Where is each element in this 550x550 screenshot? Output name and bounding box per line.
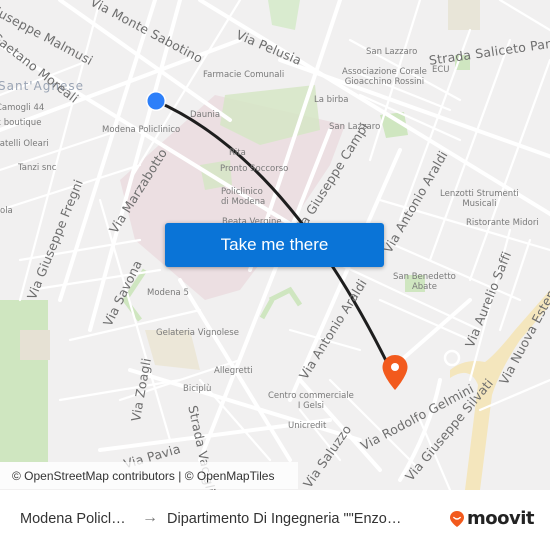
park-north bbox=[268, 0, 300, 30]
poi-pronto-soccorso: Pronto Soccorso bbox=[220, 164, 289, 174]
poi-policlinico-di-modena: Policlinico di Modena bbox=[221, 187, 266, 207]
landuse-ne bbox=[448, 0, 480, 30]
osm-attribution-link[interactable]: © OpenStreetMap contributors bbox=[12, 469, 175, 483]
map-canvas[interactable]: Sant'Agnese Via Monte Sabotino Via Giuse… bbox=[0, 0, 550, 490]
map-attribution: © OpenStreetMap contributors | © OpenMap… bbox=[0, 462, 298, 489]
poi-oleari: Fratelli Oleari bbox=[0, 139, 49, 149]
poi-ecu: ECU bbox=[432, 65, 450, 75]
take-me-there-button[interactable]: Take me there bbox=[165, 223, 384, 267]
poi-tanzi: Tanzi snc bbox=[18, 163, 57, 173]
poi-la-birba: La birba bbox=[314, 95, 349, 105]
destination-name: Dipartimento Di Ingegneria ""Enzo… bbox=[167, 511, 402, 527]
origin-marker-icon[interactable] bbox=[145, 90, 167, 112]
poi-ristorante-midori: Ristorante Midori bbox=[466, 218, 539, 228]
poi-modena-5: Modena 5 bbox=[147, 288, 189, 298]
poi-daunia: Daunia bbox=[190, 110, 221, 120]
poi-associazione-corale: Associazione Corale Gioacchino Rossini bbox=[342, 67, 427, 87]
poi-allegretti: Allegretti bbox=[214, 366, 253, 376]
poi-lenzotti: Lenzotti Strumenti Musicali bbox=[440, 189, 519, 209]
poi-boutique: x boutique bbox=[0, 118, 42, 128]
poi-centro-commerciale-i-gelsi: Centro commerciale I Gelsi bbox=[268, 391, 354, 411]
poi-bicipiu: Biciplù bbox=[183, 384, 212, 394]
park-west bbox=[0, 300, 48, 462]
moovit-logo[interactable]: moovit bbox=[449, 508, 535, 529]
poi-modena-policlinico-stop: Modena Policlinico bbox=[102, 125, 181, 135]
poi-san-benedetto-abate: San Benedetto Abate bbox=[393, 272, 456, 292]
moovit-wordmark: moovit bbox=[467, 508, 535, 529]
moovit-pin-icon bbox=[450, 510, 464, 527]
arrow-right-icon: → bbox=[142, 509, 158, 526]
poi-unicredit: Unicredit bbox=[288, 421, 327, 431]
poi-farmacie-comunali: Farmacie Comunali bbox=[203, 70, 285, 80]
destination-pin-icon[interactable] bbox=[381, 354, 409, 392]
landuse-west bbox=[20, 330, 50, 360]
poi-ola: ola bbox=[0, 206, 13, 216]
origin-name: Modena Policl… bbox=[20, 511, 126, 527]
route-footer: Modena Policl… → Dipartimento Di Ingegne… bbox=[0, 490, 550, 550]
poi-san-lazzaro: San Lazzaro bbox=[366, 47, 418, 57]
poi-gelateria-vignolese: Gelateria Vignolese bbox=[156, 328, 239, 338]
attribution-separator: | bbox=[174, 468, 185, 483]
poi-san-lazzaro-2: San Lazzaro bbox=[329, 122, 381, 132]
poi-rita: Rita bbox=[229, 148, 246, 158]
poi-camogli: Camogli 44 bbox=[0, 103, 45, 113]
openmaptiles-attribution-link[interactable]: © OpenMapTiles bbox=[185, 469, 275, 483]
